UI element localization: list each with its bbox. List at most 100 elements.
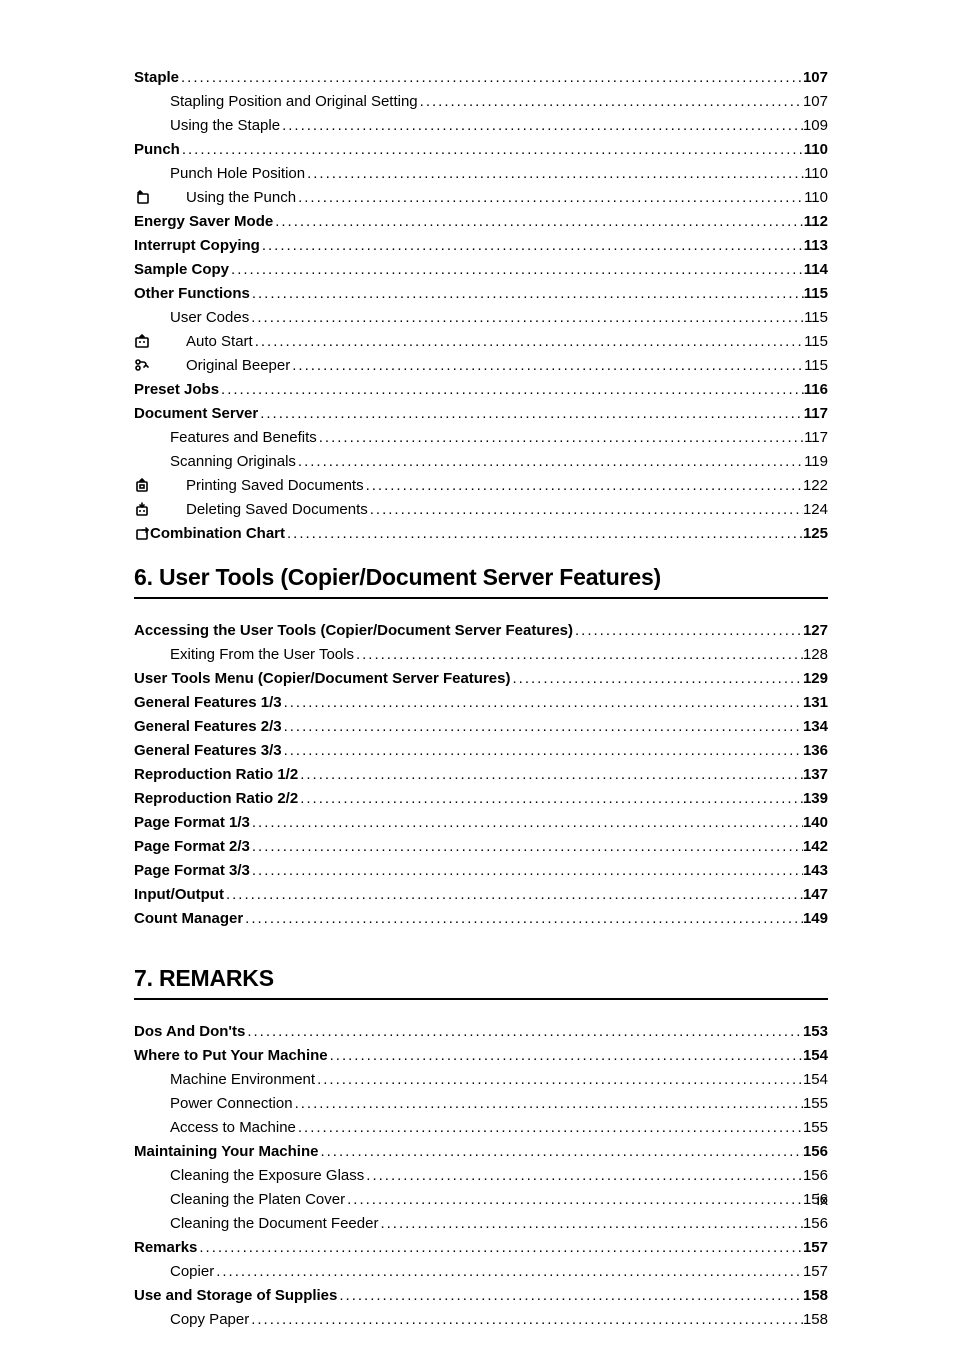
toc-label: Input/Output [134,883,224,907]
toc-page: 122 [803,474,828,498]
toc-line: General Features 2/3 134 [134,715,828,739]
toc-page: 156 [803,1140,828,1164]
toc-page: 107 [803,66,828,90]
toc-label: Access to Machine [134,1116,296,1140]
toc-line: Remarks 157 [134,1236,828,1260]
toc-page: 124 [803,498,828,522]
toc-page: 158 [803,1284,828,1308]
toc-line: Cleaning the Platen Cover 156 [134,1188,828,1212]
toc-line: Machine Environment 154 [134,1068,828,1092]
dot-leader [282,691,803,715]
toc-line: Other Functions 115 [134,282,828,306]
toc-label: Staple [134,66,179,90]
toc-page: 117 [804,426,828,450]
dot-leader [364,1164,803,1188]
toc-page: 155 [803,1092,828,1116]
toc-page: 110 [804,138,828,162]
toc-line: Access to Machine 155 [134,1116,828,1140]
dot-leader [354,643,803,667]
dot-leader [573,619,803,643]
toc-page: 110 [804,186,828,210]
toc-label: Accessing the User Tools (Copier/Documen… [134,619,573,643]
toc-line: Preset Jobs 116 [134,378,828,402]
toc-line: Sample Copy 114 [134,258,828,282]
toc-page: 110 [804,162,828,186]
toc-line: Using the Punch 110 [134,186,828,210]
toc-page: 140 [803,811,828,835]
dot-leader [250,282,804,306]
doc-arrow-box-icon [134,474,150,498]
dot-leader [219,378,804,402]
toc-label: Stapling Position and Original Setting [134,90,418,114]
toc-label: User Codes [134,306,249,330]
dot-leader [260,234,804,258]
toc-line: Original Beeper 115 [134,354,828,378]
dot-leader [315,1068,803,1092]
toc-label: Using the Staple [134,114,280,138]
dot-leader [282,715,803,739]
toc-line: Using the Staple 109 [134,114,828,138]
dot-leader [179,66,803,90]
toc-page: 158 [803,1308,828,1332]
toc-page: 153 [803,1020,828,1044]
toc-line: Staple 107 [134,66,828,90]
dot-leader [249,306,804,330]
branch-icon [134,354,150,378]
toc-page: 143 [803,859,828,883]
toc-label: Printing Saved Documents [150,474,364,498]
toc-line: Page Format 1/3 140 [134,811,828,835]
dot-leader [224,883,803,907]
toc-line: Maintaining Your Machine 156 [134,1140,828,1164]
dot-leader [510,667,802,691]
toc-line: General Features 3/3 136 [134,739,828,763]
toc-line: Auto Start 115 [134,330,828,354]
doc-arrow-out-icon [134,522,150,546]
toc-page: 156 [803,1212,828,1236]
dot-leader [243,907,803,931]
toc-label: Features and Benefits [134,426,317,450]
toc-label: Scanning Originals [134,450,296,474]
toc-page: 149 [803,907,828,931]
dot-leader [214,1260,803,1284]
toc-label: Interrupt Copying [134,234,260,258]
toc-label: Page Format 3/3 [134,859,250,883]
dot-leader [364,474,803,498]
toc-line: Copier 157 [134,1260,828,1284]
toc-page: 125 [803,522,828,546]
dot-leader [418,90,803,114]
dot-leader [337,1284,803,1308]
toc-line: Document Server 117 [134,402,828,426]
toc-label: Other Functions [134,282,250,306]
section-heading-6: 6. User Tools (Copier/Document Server Fe… [134,564,828,599]
toc-label: Combination Chart [150,522,285,546]
toc-line: Exiting From the User Tools 128 [134,643,828,667]
dot-leader [368,498,803,522]
toc-label: Power Connection [134,1092,293,1116]
dot-leader [296,1116,803,1140]
toc-page: 147 [803,883,828,907]
toc-line: Punch Hole Position 110 [134,162,828,186]
toc-line: Use and Storage of Supplies 158 [134,1284,828,1308]
toc-page: 113 [804,234,828,258]
toc-label: Auto Start [150,330,253,354]
toc-page: 128 [803,643,828,667]
doc-arrow-corners-icon [134,330,150,354]
toc-page: 114 [804,258,828,282]
toc-label: User Tools Menu (Copier/Document Server … [134,667,510,691]
toc-line: Scanning Originals 119 [134,450,828,474]
toc-label: Sample Copy [134,258,229,282]
toc-line: Cleaning the Exposure Glass 156 [134,1164,828,1188]
toc-label: Using the Punch [150,186,296,210]
toc-label: Punch Hole Position [134,162,305,186]
dot-leader [249,1308,803,1332]
dot-leader [253,330,804,354]
dot-leader [197,1236,803,1260]
toc-label: Cleaning the Platen Cover [134,1188,345,1212]
dot-leader [378,1212,803,1236]
toc-line: Printing Saved Documents 122 [134,474,828,498]
dot-leader [273,210,804,234]
toc-label: Reproduction Ratio 2/2 [134,787,298,811]
toc-line: Combination Chart 125 [134,522,828,546]
dot-leader [258,402,804,426]
toc-page: 116 [804,378,828,402]
